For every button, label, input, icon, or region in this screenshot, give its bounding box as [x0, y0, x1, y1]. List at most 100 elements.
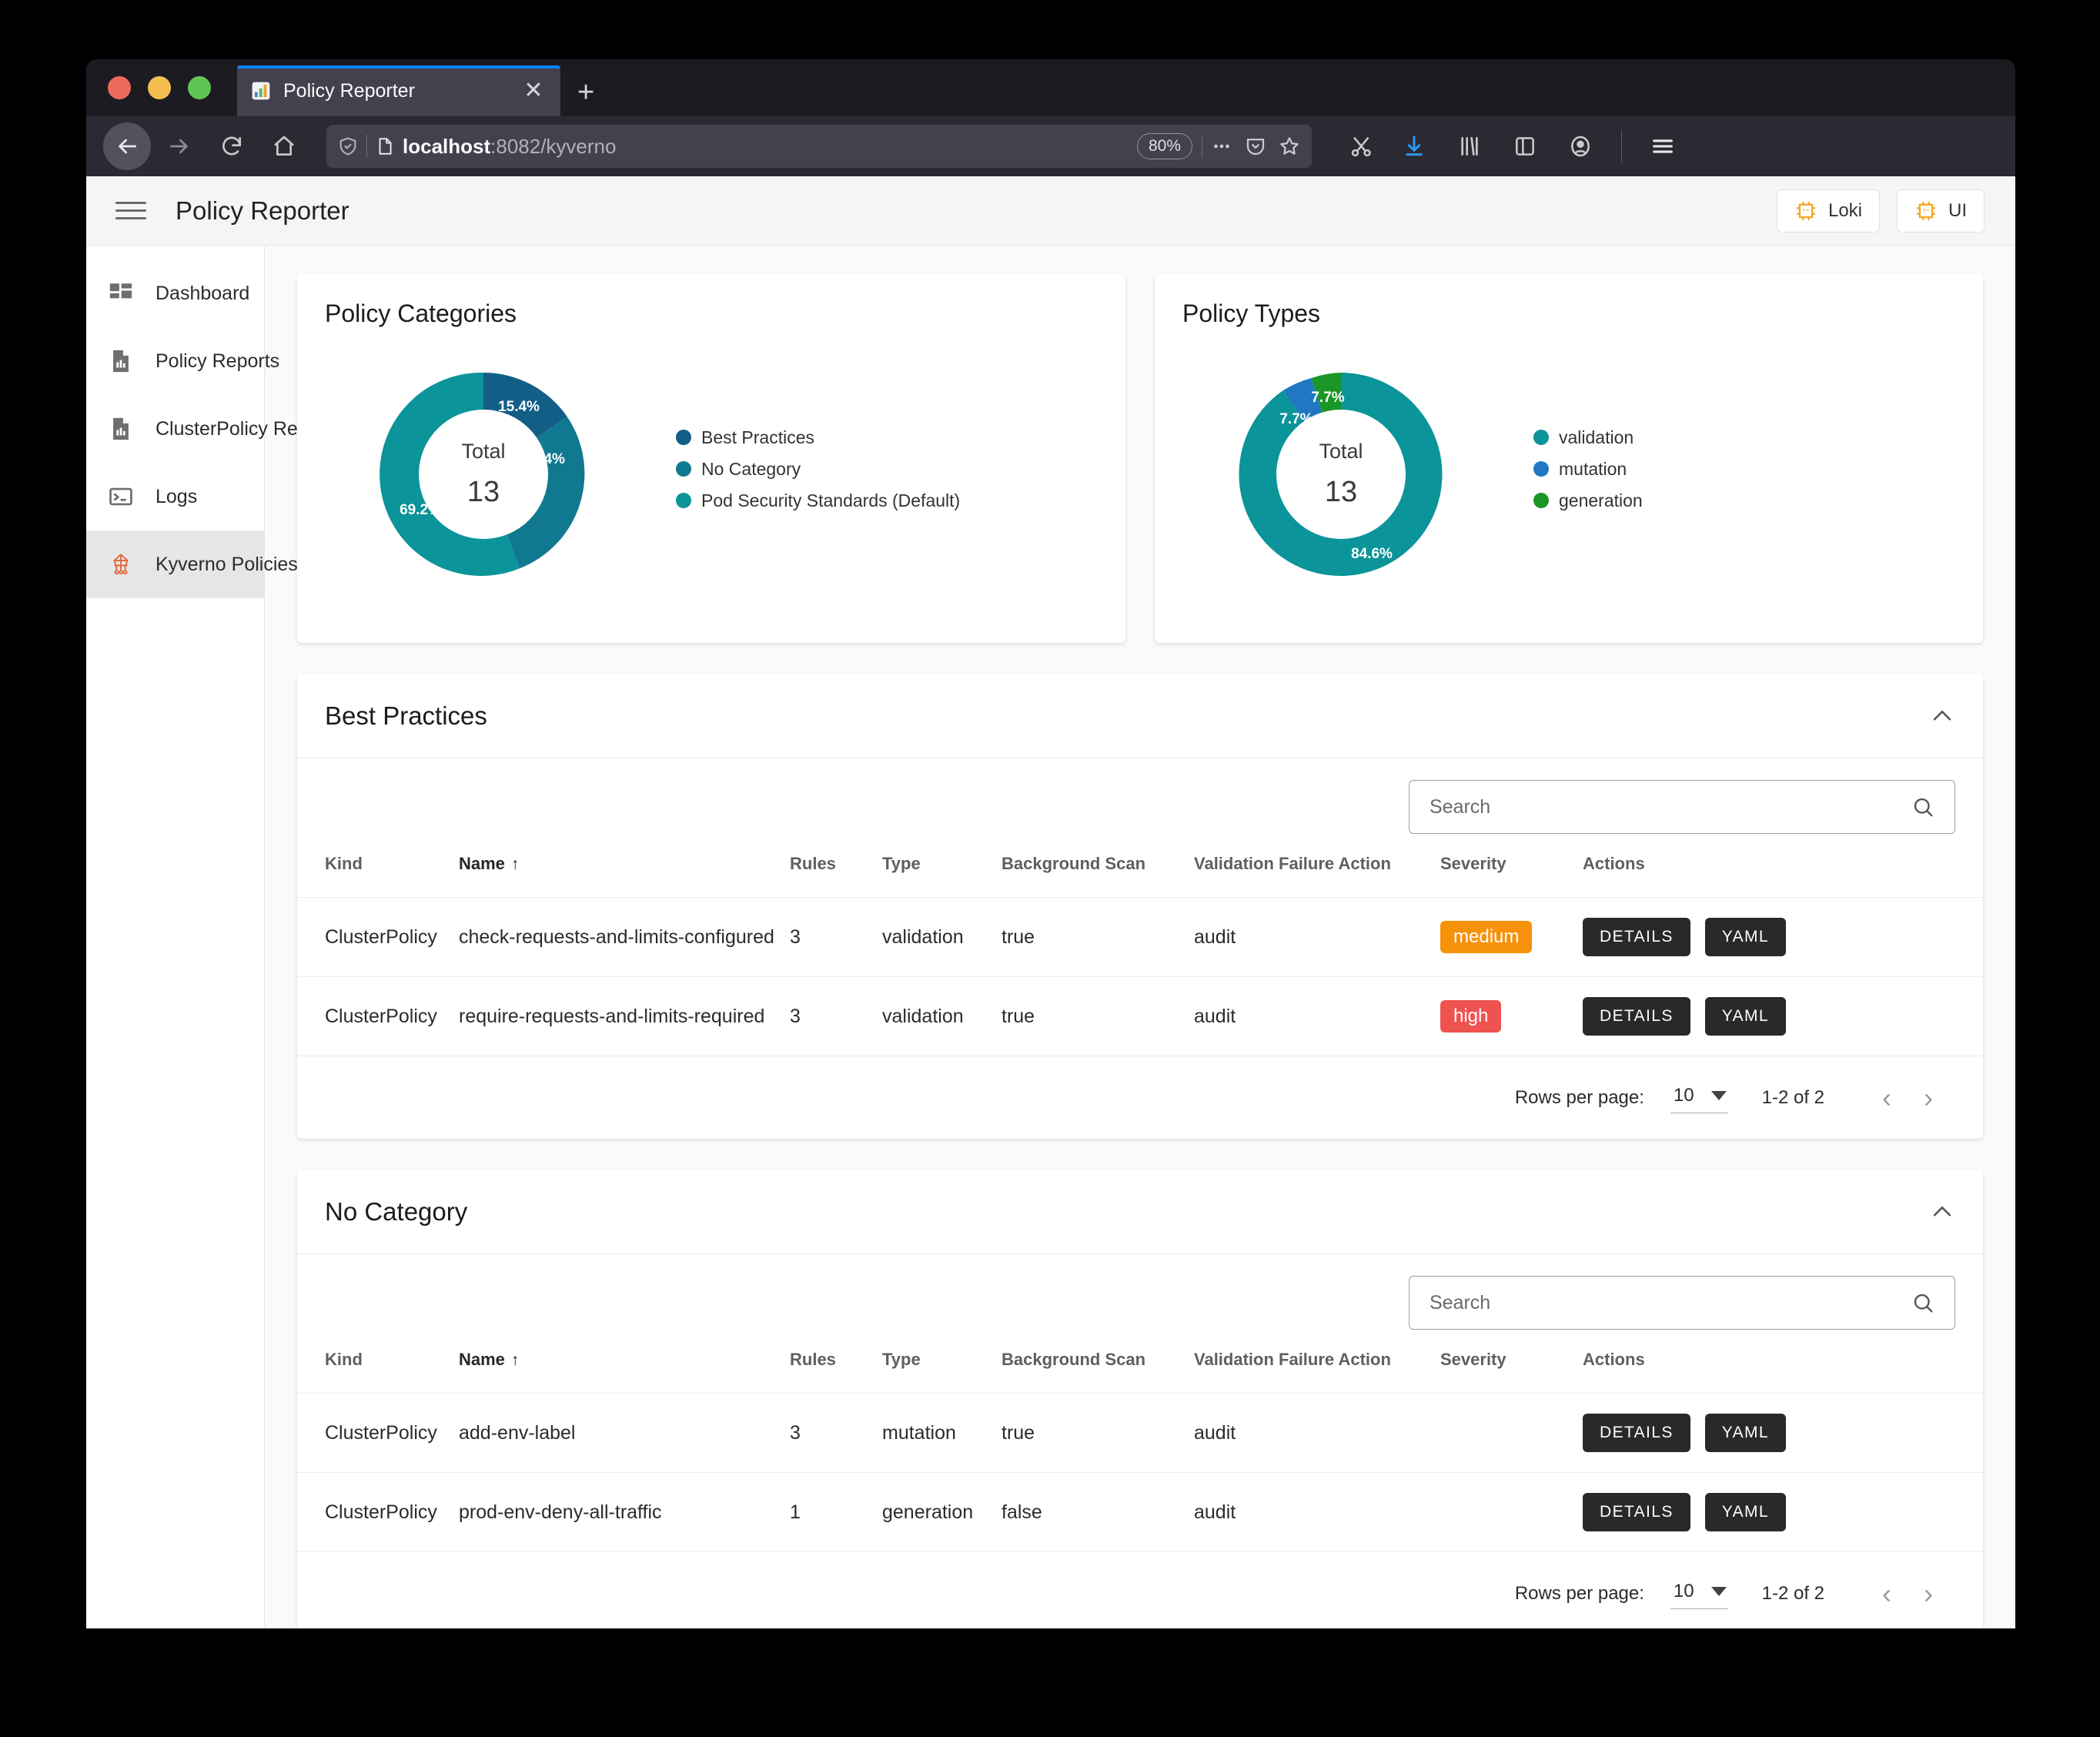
search-row: Search	[297, 758, 1983, 854]
col-header-validation-failure-action[interactable]: Validation Failure Action	[1194, 854, 1440, 898]
cell-name: check-requests-and-limits-configured	[459, 897, 790, 977]
account-button[interactable]	[1557, 122, 1604, 170]
search-row: Search	[297, 1254, 1983, 1350]
search-input[interactable]: Search	[1409, 780, 1955, 834]
col-header-name[interactable]: Name ↑	[459, 854, 790, 898]
sidebar-item-kyverno-policies[interactable]: Kyverno Policies	[86, 530, 298, 598]
close-window-button[interactable]	[108, 76, 131, 99]
cell-background-scan: true	[1002, 897, 1194, 977]
details-button[interactable]: DETAILS	[1583, 918, 1690, 956]
legend-item[interactable]: validation	[1533, 427, 1643, 448]
sidebar-item-dashboard[interactable]: Dashboard	[86, 259, 264, 327]
next-page-button[interactable]: ›	[1908, 1083, 1949, 1112]
rows-per-page-value: 10	[1673, 1581, 1694, 1601]
search-icon[interactable]	[1911, 795, 1934, 818]
col-header-background-scan[interactable]: Background Scan	[1002, 854, 1194, 898]
next-page-button[interactable]: ›	[1908, 1579, 1949, 1608]
col-header-kind[interactable]: Kind	[297, 1350, 459, 1394]
table-row[interactable]: ClusterPolicy require-requests-and-limit…	[297, 976, 1983, 1056]
legend-item[interactable]: mutation	[1533, 459, 1643, 480]
close-tab-button[interactable]: ✕	[520, 79, 547, 102]
library-button[interactable]	[1446, 122, 1493, 170]
col-header-severity[interactable]: Severity	[1440, 1350, 1583, 1394]
section-header[interactable]: Best Practices	[297, 674, 1983, 758]
shield-icon[interactable]	[337, 136, 359, 157]
screenshot-button[interactable]	[1338, 122, 1386, 170]
section-header[interactable]: No Category	[297, 1170, 1983, 1254]
policy-categories-legend: Best Practices No Category Pod Security …	[676, 427, 960, 522]
col-header-background-scan[interactable]: Background Scan	[1002, 1350, 1194, 1394]
search-input[interactable]: Search	[1409, 1276, 1955, 1330]
sidebar-item-policy-reports[interactable]: Policy Reports	[86, 327, 279, 395]
minimize-window-button[interactable]	[148, 76, 171, 99]
legend-item[interactable]: generation	[1533, 490, 1643, 511]
legend-item[interactable]: Pod Security Standards (Default)	[676, 490, 960, 511]
maximize-window-button[interactable]	[188, 76, 211, 99]
zoom-level-badge[interactable]: 80%	[1136, 133, 1192, 159]
section-title: No Category	[325, 1196, 468, 1226]
yaml-button[interactable]: YAML	[1704, 1493, 1786, 1531]
loki-button[interactable]: Loki	[1776, 189, 1880, 233]
yaml-button[interactable]: YAML	[1704, 1414, 1786, 1452]
cell-rules: 3	[790, 897, 882, 977]
page-icon	[379, 138, 392, 155]
window-traffic-lights	[108, 59, 211, 116]
col-header-type[interactable]: Type	[882, 854, 1002, 898]
url-text: localhost:8082/kyverno	[403, 135, 1129, 159]
col-header-kind[interactable]: Kind	[297, 854, 459, 898]
url-bar[interactable]: localhost:8082/kyverno 80%	[326, 125, 1312, 168]
forward-button[interactable]	[155, 122, 203, 170]
reload-button[interactable]	[208, 122, 256, 170]
sidebar-item-clusterpolicy-reports[interactable]: ClusterPolicy Reports	[86, 395, 340, 463]
kyverno-icon	[1797, 201, 1815, 220]
more-icon[interactable]	[1210, 135, 1233, 158]
back-button[interactable]	[103, 122, 151, 170]
col-header-severity[interactable]: Severity	[1440, 854, 1583, 898]
col-header-rules[interactable]: Rules	[790, 854, 882, 898]
table-header-row: Kind Name ↑ Rules Type Background Scan Va…	[297, 1350, 1983, 1394]
details-button[interactable]: DETAILS	[1583, 997, 1690, 1036]
rows-per-page-select[interactable]: 10	[1670, 1578, 1728, 1609]
col-header-rules[interactable]: Rules	[790, 1350, 882, 1394]
col-header-name[interactable]: Name ↑	[459, 1350, 790, 1394]
browser-nav-bar: localhost:8082/kyverno 80%	[86, 116, 2015, 176]
col-header-validation-failure-action[interactable]: Validation Failure Action	[1194, 1350, 1440, 1394]
menu-toggle-button[interactable]	[115, 202, 146, 219]
pagination: Rows per page: 10 1-2 of 2 ‹ ›	[297, 1551, 1983, 1628]
sidebar-toggle-button[interactable]	[1501, 122, 1549, 170]
chevron-up-icon[interactable]	[1929, 1199, 1955, 1225]
home-button[interactable]	[260, 122, 308, 170]
new-tab-button[interactable]: +	[577, 78, 594, 107]
legend-item[interactable]: No Category	[676, 459, 960, 480]
table-row[interactable]: ClusterPolicy add-env-label 3 mutation t…	[297, 1393, 1983, 1473]
ui-button[interactable]: UI	[1897, 189, 1985, 233]
app-menu-button[interactable]	[1639, 122, 1687, 170]
legend-item[interactable]: Best Practices	[676, 427, 960, 448]
donut-svg: 15.4% 15.4% 69.2%	[380, 372, 585, 576]
chevron-up-icon[interactable]	[1929, 703, 1955, 729]
col-header-type[interactable]: Type	[882, 1350, 1002, 1394]
downloads-button[interactable]	[1390, 122, 1438, 170]
browser-tab[interactable]: Policy Reporter ✕	[237, 65, 560, 116]
sidebar-item-logs[interactable]: Logs	[86, 463, 264, 530]
col-header-actions: Actions	[1583, 854, 1645, 873]
cell-validation-failure-action: audit	[1194, 1472, 1440, 1551]
table-row[interactable]: ClusterPolicy prod-env-deny-all-traffic …	[297, 1472, 1983, 1551]
yaml-button[interactable]: YAML	[1704, 997, 1786, 1036]
search-placeholder: Search	[1430, 1291, 1491, 1314]
prev-page-button[interactable]: ‹	[1866, 1579, 1908, 1608]
pocket-icon[interactable]	[1244, 135, 1267, 158]
cell-severity	[1440, 1472, 1583, 1551]
bookmark-star-icon[interactable]	[1278, 135, 1301, 158]
chevron-down-icon	[1710, 1091, 1727, 1100]
rows-per-page-select[interactable]: 10	[1670, 1082, 1728, 1113]
search-icon[interactable]	[1911, 1291, 1934, 1314]
yaml-button[interactable]: YAML	[1704, 918, 1786, 956]
details-button[interactable]: DETAILS	[1583, 1414, 1690, 1452]
prev-page-button[interactable]: ‹	[1866, 1083, 1908, 1112]
cell-background-scan: true	[1002, 1393, 1194, 1473]
account-icon	[1571, 136, 1590, 157]
table-row[interactable]: ClusterPolicy check-requests-and-limits-…	[297, 897, 1983, 977]
cell-kind: ClusterPolicy	[297, 1472, 459, 1551]
details-button[interactable]: DETAILS	[1583, 1493, 1690, 1531]
